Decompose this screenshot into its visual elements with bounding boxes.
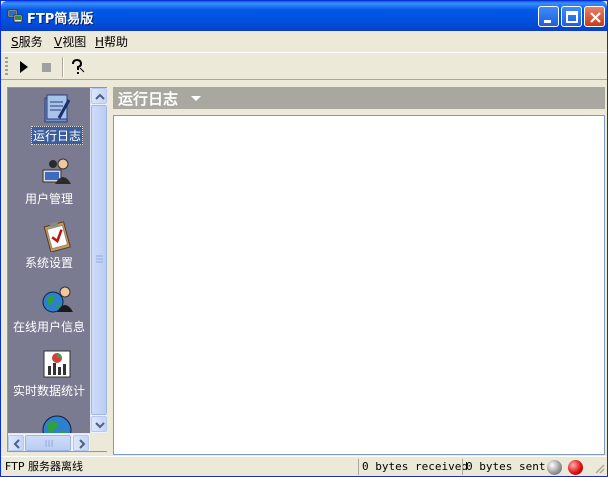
menu-help[interactable]: H帮助 [95,33,128,50]
bar-chart-icon [43,350,71,378]
sidebar-label-realtime-stats: 实时数据统计 [12,384,85,398]
sidebar-item-user-management[interactable]: 用户管理 [8,154,90,218]
grip-lines-icon [45,440,53,447]
toolbar [1,52,607,80]
start-server-button[interactable] [13,56,35,78]
bytes-received-text: 0 bytes received [358,459,468,475]
stop-icon [42,63,51,72]
menu-service[interactable]: S服务 [11,33,43,50]
content-title: 运行日志 [118,90,179,108]
chevron-down-icon [95,422,105,429]
content-header[interactable]: 运行日志 [113,87,605,109]
sidebar-label-user-management: 用户管理 [24,192,73,206]
app-window: FTP简易版 S服务 V视图 H帮助 运行日志 用户管理 系统设置 在线用户信息… [0,0,608,477]
resize-grip-icon[interactable] [593,462,605,474]
chevron-right-icon [79,439,86,449]
horizontal-scroll-thumb[interactable] [25,435,71,451]
globe-user-icon [42,286,73,313]
clipboard-check-icon [43,221,71,252]
chevron-left-icon [13,439,20,449]
sidebar-label-online-users: 在线用户信息 [12,320,85,334]
menu-bar: S服务 V视图 H帮助 [1,31,607,51]
close-button[interactable] [584,6,605,27]
minimize-icon [544,20,551,23]
ftp-app-icon [7,9,23,23]
server-status-text: FTP 服务器离线 [5,460,83,473]
users-computer-icon [42,158,71,184]
sidebar-item-realtime-stats[interactable]: 实时数据统计 [8,346,90,410]
scroll-right-button[interactable] [73,435,89,451]
toolbar-separator [62,57,64,77]
status-indicator-idle-icon [547,460,562,475]
stop-server-button[interactable] [36,56,58,78]
scrollbar-corner [90,433,107,451]
notepad-icon [44,94,71,123]
run-log-area[interactable] [113,115,605,455]
scroll-down-button[interactable] [91,416,107,432]
sidebar-item-network[interactable] [8,410,90,433]
scroll-left-button[interactable] [8,435,24,451]
title-bar[interactable]: FTP简易版 [1,1,607,31]
bytes-sent-text: 0 bytes sent [462,459,545,475]
sidebar-item-online-users[interactable]: 在线用户信息 [8,282,90,346]
close-icon [590,12,601,23]
toolbar-grip[interactable] [5,57,8,77]
status-bar: FTP 服务器离线 0 bytes received 0 bytes sent [1,456,607,476]
sidebar-item-system-settings[interactable]: 系统设置 [8,218,90,282]
sidebar-label-run-log: 运行日志 [31,126,84,145]
window-title: FTP简易版 [27,12,94,27]
sidebar-horizontal-scrollbar[interactable] [8,433,90,451]
help-icon [72,58,85,74]
maximize-icon [566,11,578,23]
chevron-up-icon [95,93,105,100]
menu-view[interactable]: V视图 [54,33,86,50]
navigation-sidebar: 运行日志 用户管理 系统设置 在线用户信息 实时数据统计 [7,87,107,452]
sidebar-icon-panel: 运行日志 用户管理 系统设置 在线用户信息 实时数据统计 [8,88,90,433]
globe-icon [42,415,72,433]
sidebar-vertical-scrollbar[interactable] [90,88,107,433]
vertical-scroll-thumb[interactable] [91,105,107,415]
status-indicator-offline-icon [568,460,583,475]
maximize-button[interactable] [561,6,582,27]
scroll-up-button[interactable] [91,88,107,104]
caret-down-icon[interactable] [191,96,201,102]
sidebar-label-system-settings: 系统设置 [24,256,73,270]
minimize-button[interactable] [538,6,559,27]
help-button[interactable] [66,56,88,78]
play-icon [20,61,28,73]
sidebar-item-run-log[interactable]: 运行日志 [8,90,90,154]
grip-lines-icon [96,255,103,263]
